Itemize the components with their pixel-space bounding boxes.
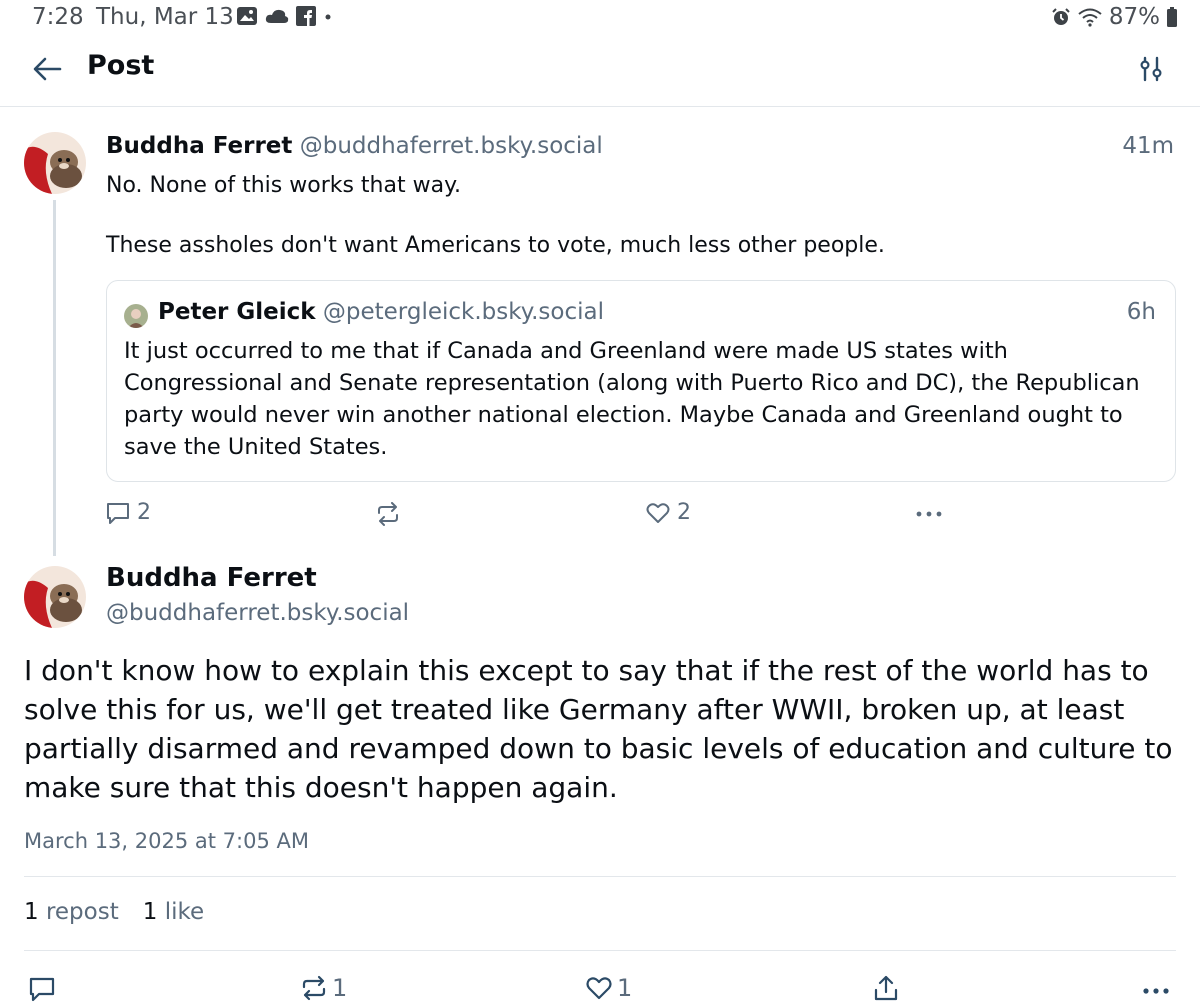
reply-button[interactable]: 2 [105,500,151,525]
quote-author: Peter Gleick @petergleick.bsky.social [158,299,604,325]
more-options-button[interactable] [914,500,944,524]
comment-icon [107,502,129,524]
more-horizontal-icon [916,511,942,517]
wifi-icon [1078,8,1102,27]
thread-line [53,200,56,556]
more-options-button[interactable] [1141,974,1171,1000]
repost-count: 1 [332,974,348,1002]
battery-percent: 87% [1108,4,1160,30]
author-handle[interactable]: @buddhaferret.bsky.social [300,133,603,159]
quote-text: It just occurred to me that if Canada an… [124,338,1140,460]
post-text-line: No. None of this works that way. [106,173,461,198]
like-count-link[interactable]: 1 like [143,899,204,925]
divider [24,950,1176,951]
like-label: like [164,899,205,925]
like-count: 2 [677,500,691,525]
author-name[interactable]: Buddha Ferret [106,133,292,159]
share-button[interactable] [872,974,900,1002]
post-text-line: These assholes don't want Americans to v… [106,233,885,258]
parent-post-author[interactable]: Buddha Ferret @buddhaferret.bsky.social [106,133,603,159]
heart-icon [646,502,670,523]
facebook-icon [296,6,316,26]
back-arrow-icon[interactable] [32,56,62,82]
avatar[interactable] [24,132,86,194]
repost-count: 1 [24,899,39,925]
post-time[interactable]: 41m [1122,133,1174,159]
repost-count-link[interactable]: 1 repost [24,899,119,925]
avatar[interactable] [24,566,86,628]
reply-button[interactable] [28,976,56,1002]
status-time: 7:28 [32,4,84,30]
cloud-icon [265,9,289,23]
more-horizontal-icon [1143,988,1169,994]
status-bar: 7:28 Thu, Mar 13 87% [0,0,1200,36]
gallery-icon [237,7,257,25]
author-name[interactable]: Buddha Ferret [106,563,317,593]
status-right: 87% [1051,4,1178,30]
post-header [0,36,1200,107]
quote-author-handle: @petergleick.bsky.social [322,299,604,325]
like-button[interactable]: 1 [585,974,632,1002]
notification-icons [236,6,334,26]
quote-time: 6h [1126,299,1156,325]
divider [24,876,1176,877]
quote-avatar [124,304,148,328]
repost-icon [302,975,326,1001]
quote-author-name: Peter Gleick [158,299,316,325]
status-date: Thu, Mar 13 [96,4,234,30]
like-button[interactable]: 2 [645,500,691,525]
like-count: 1 [617,974,633,1002]
repost-button[interactable]: 1 [300,974,347,1002]
heart-icon [586,977,612,1000]
alarm-icon [1052,8,1070,25]
repost-label: repost [45,899,119,925]
author-handle[interactable]: @buddhaferret.bsky.social [106,600,409,626]
dot-icon [325,14,331,20]
share-icon [874,975,898,1001]
repost-button[interactable] [375,502,401,526]
page-title: Post [87,50,155,81]
post-text: I don't know how to explain this except … [24,654,1173,804]
comment-icon [29,977,55,1002]
engagement-counts: 1 repost 1 like [24,899,204,925]
sliders-icon[interactable] [1138,56,1164,82]
battery-icon [1167,7,1177,27]
repost-icon [378,502,398,526]
post-timestamp: March 13, 2025 at 7:05 AM [24,829,309,853]
like-count: 1 [142,899,158,925]
reply-count: 2 [137,500,151,525]
